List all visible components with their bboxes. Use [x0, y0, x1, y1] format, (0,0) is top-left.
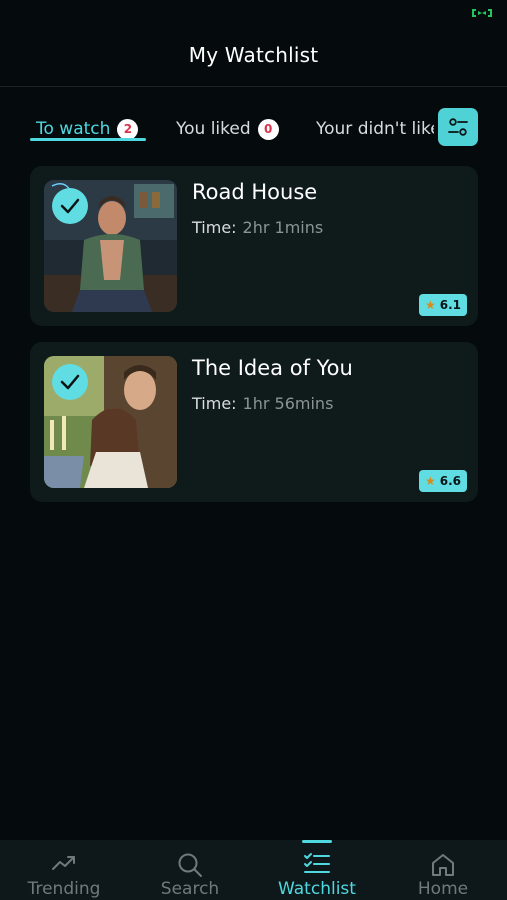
tab-label-wrap: Your didn't like [316, 114, 434, 144]
filter-button[interactable] [438, 108, 478, 146]
tab-you-didnt-like[interactable]: Your didn't like [316, 114, 434, 144]
rating-badge: ★ 6.6 [418, 470, 467, 492]
rating-value: 6.1 [439, 298, 461, 312]
count-badge: 0 [257, 118, 279, 140]
nav-item-trending[interactable]: Trending [1, 840, 127, 900]
active-tab-underline [30, 138, 146, 141]
nav-label: Home [417, 879, 469, 899]
page-title: My Watchlist [188, 43, 319, 67]
tab-label: To watch [36, 119, 111, 139]
search-icon [178, 853, 202, 877]
movie-card[interactable]: Road House Time: 2hr 1mins ★ 6.1 [30, 166, 478, 326]
time-label: Time: [192, 218, 237, 237]
app-header: My Watchlist [0, 28, 507, 87]
nav-item-home[interactable]: Home [380, 840, 506, 900]
status-bar [0, 0, 507, 28]
count-badge: 2 [117, 118, 139, 140]
movie-card[interactable]: The Idea of You Time: 1hr 56mins ★ 6.6 [30, 342, 478, 502]
rating-value: 6.6 [439, 474, 461, 488]
movie-duration: Time: 1hr 56mins [192, 394, 333, 413]
nav-item-watchlist[interactable]: Watchlist [254, 840, 380, 900]
time-label: Time: [192, 394, 237, 413]
nav-label: Watchlist [278, 879, 356, 899]
time-value: 2hr 1mins [242, 218, 324, 237]
movie-title[interactable]: Road House [192, 180, 317, 204]
time-value: 1hr 56mins [242, 394, 334, 413]
watched-check-icon[interactable] [52, 364, 88, 400]
movie-poster[interactable] [44, 180, 177, 312]
battery-icon [472, 9, 492, 17]
rating-badge: ★ 6.1 [418, 294, 467, 316]
nav-item-search[interactable]: Search [127, 840, 253, 900]
tab-label: You liked [176, 119, 251, 139]
watchlist-icon [304, 853, 330, 873]
star-icon: ★ [424, 474, 436, 488]
watchlist-tabs: To watch 2 You liked 0 Your didn't like [0, 100, 507, 150]
filter-icon [448, 118, 468, 136]
nav-label: Search [160, 879, 220, 899]
movie-title[interactable]: The Idea of You [192, 356, 353, 380]
watched-check-icon[interactable] [52, 188, 88, 224]
tab-label: Your didn't like [316, 119, 434, 139]
watchlist-screen: My Watchlist To watch 2 You liked 0 Your… [0, 0, 507, 900]
bottom-navigation: Trending Search Watchlist Home [0, 840, 507, 900]
nav-label: Trending [27, 879, 101, 899]
star-icon: ★ [424, 298, 436, 312]
trending-icon [52, 856, 75, 870]
home-icon [432, 854, 454, 876]
movie-duration: Time: 2hr 1mins [192, 218, 323, 237]
tab-you-liked[interactable]: You liked 0 [176, 114, 279, 144]
movie-poster[interactable] [44, 356, 177, 488]
